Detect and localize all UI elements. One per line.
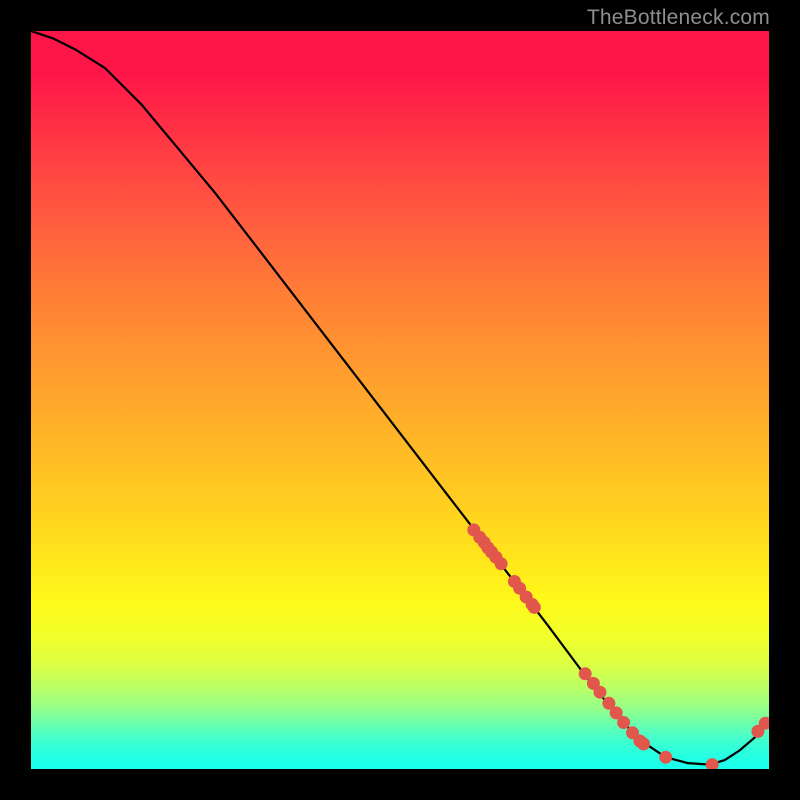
data-point [594, 686, 606, 698]
curve-line [31, 31, 769, 765]
data-point [579, 668, 591, 680]
data-point [759, 717, 769, 729]
dots-group [468, 524, 769, 769]
chart-stage: TheBottleneck.com [0, 0, 800, 800]
watermark-text: TheBottleneck.com [587, 6, 770, 30]
data-point [638, 738, 650, 750]
data-point [618, 717, 630, 729]
data-point [706, 759, 718, 769]
chart-svg [31, 31, 769, 769]
plot-area [31, 31, 769, 769]
data-point [660, 751, 672, 763]
data-point [495, 558, 507, 570]
data-point [528, 601, 540, 613]
